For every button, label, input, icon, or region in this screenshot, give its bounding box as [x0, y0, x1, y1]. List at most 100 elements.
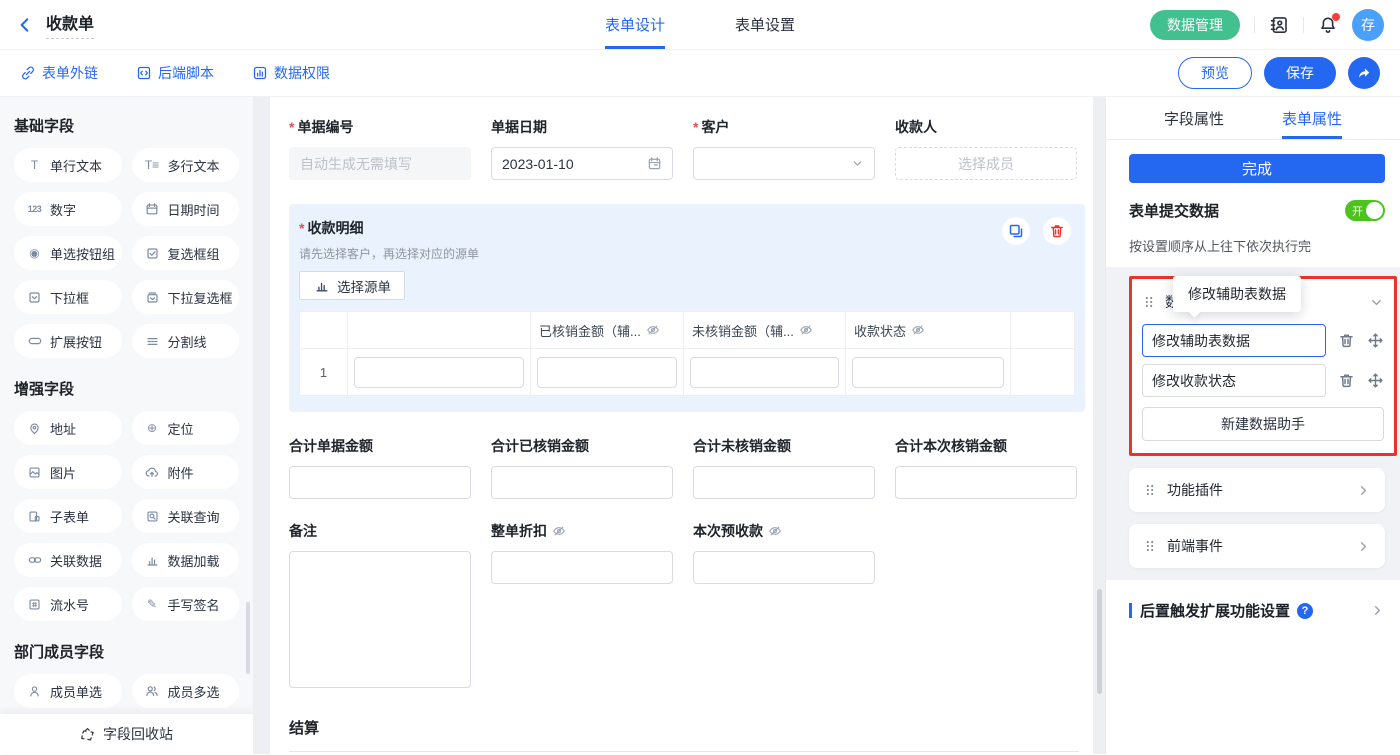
new-data-assistant-button[interactable]: 新建数据助手	[1142, 407, 1384, 441]
eye-off-icon[interactable]	[799, 323, 813, 337]
preview-button[interactable]: 预览	[1178, 57, 1252, 89]
total-doc-amount-input[interactable]	[289, 466, 471, 499]
field-multi-text[interactable]: T≡多行文本	[132, 148, 240, 182]
field-group-discount[interactable]: 整单折扣	[491, 521, 673, 693]
field-datetime[interactable]: 日期时间	[132, 192, 240, 226]
save-button[interactable]: 保存	[1264, 57, 1336, 89]
cell-input[interactable]	[354, 357, 524, 388]
done-button[interactable]: 完成	[1129, 154, 1385, 183]
avatar[interactable]: 存	[1352, 9, 1384, 41]
backend-script-action[interactable]: 后端脚本	[136, 63, 214, 83]
data-permission-action[interactable]: 数据权限	[252, 63, 330, 83]
payee-member-picker[interactable]: 选择成员	[895, 147, 1077, 180]
field-group-total-verified[interactable]: 合计已核销金额	[491, 436, 673, 499]
data-manage-button[interactable]: 数据管理	[1150, 10, 1240, 40]
field-attachment[interactable]: 附件	[132, 455, 240, 489]
field-group-payee[interactable]: 收款人 选择成员	[895, 117, 1077, 180]
field-geolocation[interactable]: ⊕定位	[132, 411, 240, 445]
field-serial-number[interactable]: 流水号	[14, 587, 122, 621]
post-trigger-settings[interactable]: 后置触发扩展功能设置 ?	[1129, 600, 1385, 621]
chevron-down-icon[interactable]	[1369, 295, 1384, 310]
field-number[interactable]: 123数字	[14, 192, 122, 226]
trash-icon[interactable]	[1338, 332, 1355, 349]
move-icon[interactable]	[1367, 332, 1384, 349]
help-icon[interactable]: ?	[1297, 603, 1313, 619]
frontend-events-card[interactable]: 前端事件	[1129, 524, 1385, 568]
tab-form-settings[interactable]: 表单设置	[735, 0, 795, 49]
field-select[interactable]: 下拉框	[14, 280, 122, 314]
doc-date-picker[interactable]: 2023-01-10	[491, 147, 673, 180]
cell-input-status[interactable]	[852, 357, 1004, 388]
field-divider[interactable]: 分割线	[132, 324, 240, 358]
field-member-multi[interactable]: 成员多选	[132, 674, 240, 708]
eye-off-icon[interactable]	[911, 323, 925, 337]
tab-field-properties[interactable]: 字段属性	[1164, 97, 1224, 139]
customer-select[interactable]	[693, 147, 875, 180]
field-signature[interactable]: ✎手写签名	[132, 587, 240, 621]
move-icon[interactable]	[1367, 372, 1384, 389]
field-radio-group[interactable]: ◉单选按钮组	[14, 236, 122, 270]
total-current-verified-input[interactable]	[895, 466, 1077, 499]
field-group-total-doc-amount[interactable]: 合计单据金额	[289, 436, 471, 499]
field-extend-button[interactable]: 扩展按钮	[14, 324, 122, 358]
select-source-button[interactable]: 选择源单	[299, 271, 405, 300]
share-button[interactable]	[1348, 57, 1380, 89]
eye-off-icon[interactable]	[768, 524, 782, 538]
canvas-scrollbar[interactable]	[1097, 589, 1102, 694]
field-image[interactable]: 图片	[14, 455, 122, 489]
back-icon[interactable]	[16, 16, 34, 34]
discount-input[interactable]	[491, 551, 673, 584]
chevron-right-icon[interactable]	[1356, 539, 1371, 554]
eye-off-icon[interactable]	[646, 323, 660, 337]
field-group-prepay[interactable]: 本次预收款	[693, 521, 875, 693]
field-relation-query[interactable]: 关联查询	[132, 499, 240, 533]
field-subform[interactable]: 子表单	[14, 499, 122, 533]
field-single-text[interactable]: T单行文本	[14, 148, 122, 182]
tab-form-properties[interactable]: 表单属性	[1282, 97, 1342, 139]
drag-handle-icon[interactable]	[1143, 483, 1157, 497]
section-title-member-fields: 部门成员字段	[14, 641, 239, 662]
field-group-remark[interactable]: 备注	[289, 521, 471, 693]
field-data-load[interactable]: 数据加载	[132, 543, 240, 577]
cloud-upload-icon	[144, 465, 161, 479]
contacts-icon[interactable]	[1269, 15, 1289, 35]
assistant-item-input[interactable]	[1142, 324, 1326, 357]
drag-handle-icon[interactable]	[1142, 295, 1156, 309]
plugins-card[interactable]: 功能插件	[1129, 468, 1385, 512]
field-relation-data[interactable]: 关联数据	[14, 543, 122, 577]
form-title[interactable]: 收款单	[46, 10, 94, 39]
eye-off-icon[interactable]	[552, 524, 566, 538]
tab-form-design[interactable]: 表单设计	[605, 0, 665, 49]
trash-icon	[1049, 223, 1065, 239]
field-recycle-bin[interactable]: 字段回收站	[0, 714, 253, 754]
cell-input-unverified[interactable]	[690, 357, 839, 388]
chevron-right-icon[interactable]	[1370, 603, 1385, 618]
field-member-single[interactable]: 成员单选	[14, 674, 122, 708]
field-group-total-current-verified[interactable]: 合计本次核销金额	[895, 436, 1077, 499]
prepay-input[interactable]	[693, 551, 875, 584]
external-link-action[interactable]: 表单外链	[20, 63, 98, 83]
total-unverified-input[interactable]	[693, 466, 875, 499]
field-checkbox-group[interactable]: 复选框组	[132, 236, 240, 270]
field-group-doc-number[interactable]: *单据编号	[289, 117, 471, 180]
total-verified-input[interactable]	[491, 466, 673, 499]
field-multi-select[interactable]: 下拉复选框	[132, 280, 240, 314]
copy-section-button[interactable]	[1002, 217, 1030, 245]
receipt-detail-section[interactable]: *收款明细 请先选择客户，再选择对应的源单 选择源单	[289, 204, 1085, 412]
field-group-total-unverified[interactable]: 合计未核销金额	[693, 436, 875, 499]
assistant-item-input[interactable]	[1142, 364, 1326, 397]
field-group-customer[interactable]: *客户	[693, 117, 875, 180]
doc-number-input[interactable]	[289, 147, 471, 180]
person-icon	[26, 685, 43, 698]
remark-textarea[interactable]	[289, 551, 471, 688]
submit-data-toggle[interactable]: 开	[1345, 200, 1385, 221]
sidebar-scrollbar[interactable]	[246, 602, 250, 674]
delete-section-button[interactable]	[1043, 217, 1071, 245]
trash-icon[interactable]	[1338, 372, 1355, 389]
cell-input-verified[interactable]	[537, 357, 677, 388]
drag-handle-icon[interactable]	[1143, 539, 1157, 553]
notification-bell-icon[interactable]	[1318, 15, 1338, 35]
chevron-right-icon[interactable]	[1356, 483, 1371, 498]
field-group-doc-date[interactable]: 单据日期 2023-01-10	[491, 117, 673, 180]
field-address[interactable]: 地址	[14, 411, 122, 445]
